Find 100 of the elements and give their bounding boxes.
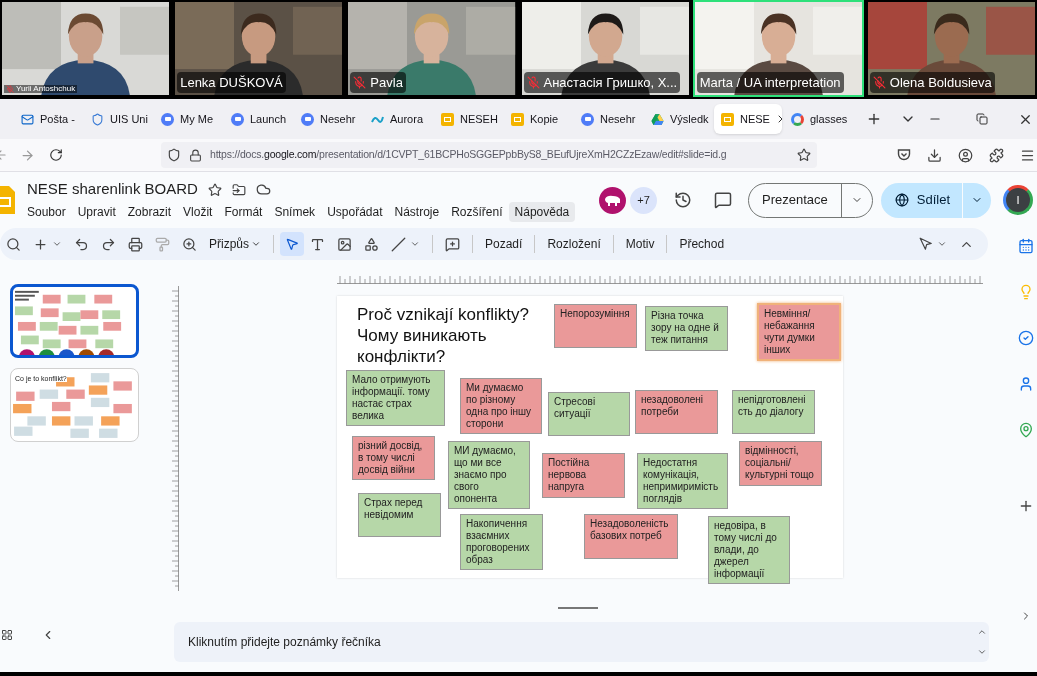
move-folder-icon[interactable] (231, 182, 246, 197)
sticky-note[interactable]: різний досвід, в тому числі досвід війни (352, 436, 435, 480)
new-slide-icon[interactable] (33, 236, 48, 252)
caret-icon[interactable] (52, 239, 62, 249)
star-icon[interactable] (207, 182, 222, 197)
sticky-note[interactable]: недовіра, в тому числі до влади, до джерел інформації (708, 516, 790, 584)
toolbar-button[interactable]: Motiv (625, 235, 655, 253)
browser-tab[interactable]: Pošta - (14, 104, 82, 134)
menu-item[interactable]: Formát (218, 201, 269, 222)
pointer-mode-icon[interactable] (919, 237, 933, 251)
menu-item[interactable]: Uspořádat (321, 201, 389, 222)
menu-item[interactable]: Nástroje (388, 201, 446, 222)
tasks-icon[interactable] (1017, 330, 1034, 346)
bookmark-star-icon[interactable] (797, 148, 811, 162)
zoom-icon[interactable] (182, 236, 197, 252)
menu-item[interactable]: Zobrazit (121, 201, 178, 222)
account-icon[interactable] (958, 147, 973, 163)
menu-item[interactable]: Rozšíření (445, 201, 509, 222)
comments-icon[interactable] (714, 191, 732, 209)
undo-icon[interactable] (74, 236, 89, 252)
sticky-note[interactable]: непідготовленість до діалогу (732, 390, 815, 434)
sticky-note[interactable]: Недостатня комунікація, непримиримість поглядів (637, 453, 728, 509)
redo-icon[interactable] (101, 236, 116, 252)
participant-name: Yurii Antoshchuk (16, 85, 76, 93)
sticky-note[interactable]: Страх перед невідомим (358, 493, 441, 537)
caret-icon[interactable] (937, 239, 947, 249)
sticky-note[interactable]: Накопичення взаємних проговорених образ (460, 514, 543, 570)
menu-item[interactable]: Nápověda (508, 201, 576, 222)
browser-tab[interactable]: Výsledk (644, 104, 712, 134)
slide-title: Чому виникають (357, 325, 488, 346)
reload-icon[interactable] (49, 148, 63, 162)
scroll-up-icon[interactable] (977, 627, 987, 637)
video-tile[interactable]: Olena Boldusieva (865, 0, 1037, 97)
sticky-note[interactable]: Різна точка зору на одне й теж питання (645, 306, 728, 351)
pocket-icon[interactable] (897, 148, 911, 162)
video-tile[interactable]: Анастасія Гришко, Х... (519, 0, 691, 97)
shield-icon (167, 148, 181, 162)
restore-icon[interactable] (976, 113, 988, 125)
sticky-note[interactable]: Невміння/небажання чути думки інших (757, 303, 841, 361)
browser-tab[interactable]: NESEH (434, 104, 502, 134)
zoom-dropdown[interactable]: Přizpůs (209, 235, 261, 253)
version-history-icon[interactable] (674, 191, 692, 209)
video-tile[interactable]: Pavla (346, 0, 518, 97)
print-icon[interactable] (128, 236, 143, 252)
browser-tab[interactable]: Launch (224, 104, 292, 134)
sticky-note[interactable]: Непорозуміння (554, 304, 637, 348)
user-avatar[interactable]: I (1003, 185, 1033, 215)
sticky-note[interactable]: МИ думаємо, що ми все знаємо про свого опонента (448, 441, 530, 509)
presentation-title[interactable]: NESE sharenlink BOARD (27, 178, 198, 201)
select-tool-button[interactable] (280, 232, 304, 256)
video-tile[interactable]: Yurii Antoshchuk (0, 0, 172, 97)
menu-item[interactable]: Upravit (71, 201, 122, 222)
menu-item[interactable]: Snímek (268, 201, 322, 222)
map-pin-icon[interactable] (1017, 422, 1034, 438)
grid-view-icon[interactable] (1, 629, 13, 641)
new-tab-icon[interactable] (866, 111, 882, 127)
speaker-notes-field[interactable]: Kliknutím přidejte poznámky řečníka (174, 622, 989, 662)
browser-tab[interactable]: glasses (784, 104, 852, 134)
collaborator-avatar[interactable] (599, 186, 626, 214)
toolbar-button[interactable]: Přechod (679, 235, 725, 253)
google-icon (791, 112, 804, 126)
caret-icon[interactable] (410, 239, 420, 249)
browser-tab[interactable]: Kopie (504, 104, 572, 134)
extensions-icon[interactable] (989, 147, 1004, 163)
menu-item[interactable]: Soubor (21, 201, 72, 222)
download-icon[interactable] (927, 147, 942, 163)
menu-item[interactable]: Vložit (177, 201, 219, 222)
browser-tab[interactable]: Nesehr (294, 104, 362, 134)
video-tile[interactable]: Lenka DUŠKOVÁ (173, 0, 345, 97)
slide-title: конфлікти? (357, 346, 447, 367)
more-collaborators-badge[interactable]: +7 (630, 186, 657, 214)
toolbar-button[interactable]: Rozložení (547, 235, 601, 253)
browser-tab[interactable]: Aurora (364, 104, 432, 134)
line-icon[interactable] (391, 236, 406, 252)
sticky-note[interactable]: Постійна нервова напруга (542, 453, 625, 498)
video-tile[interactable]: Marta / UA interpretation (692, 0, 864, 97)
toolbar-button[interactable]: Pozadí (485, 235, 523, 253)
sticky-note[interactable]: відмінності, соціальні/культурні тощо (739, 441, 822, 486)
sticky-note[interactable]: Ми думаємо по різному одна про іншу сторони (460, 378, 542, 434)
triangle-icon (651, 112, 664, 126)
scroll-down-icon[interactable] (977, 647, 987, 657)
browser-tab[interactable]: Nesehr (574, 104, 642, 134)
add-comment-icon[interactable] (445, 236, 460, 252)
browser-tab[interactable]: My Me (154, 104, 222, 134)
shapes-icon[interactable] (364, 236, 379, 252)
resize-handle[interactable] (558, 607, 598, 609)
forward-icon[interactable] (20, 147, 35, 163)
calendar-icon[interactable] (1017, 238, 1034, 254)
menu-icon[interactable] (1020, 147, 1035, 163)
sticky-note[interactable]: Мало отримують інформації. тому настає страх велика (346, 370, 445, 426)
address-bar[interactable]: https://docs.google.com/presentation/d/1CVPT_61BCPHoSGGEPpbByS8_BEufUjreXmH2CZzEzaw/edit#slide=id.g (161, 142, 817, 168)
image-icon[interactable] (337, 236, 352, 252)
text-box-icon[interactable] (310, 236, 325, 252)
cloud-icon[interactable] (255, 182, 271, 197)
sticky-note[interactable]: незадоволені потреби (635, 390, 718, 434)
search-icon[interactable] (6, 236, 21, 252)
sticky-note[interactable]: Стресові ситуації (548, 392, 630, 436)
browser-tab[interactable]: UIS Uni (84, 104, 152, 134)
sticky-note[interactable]: Незадоволеність базових потреб (584, 514, 678, 559)
browser-tab[interactable]: NESE (714, 104, 782, 134)
